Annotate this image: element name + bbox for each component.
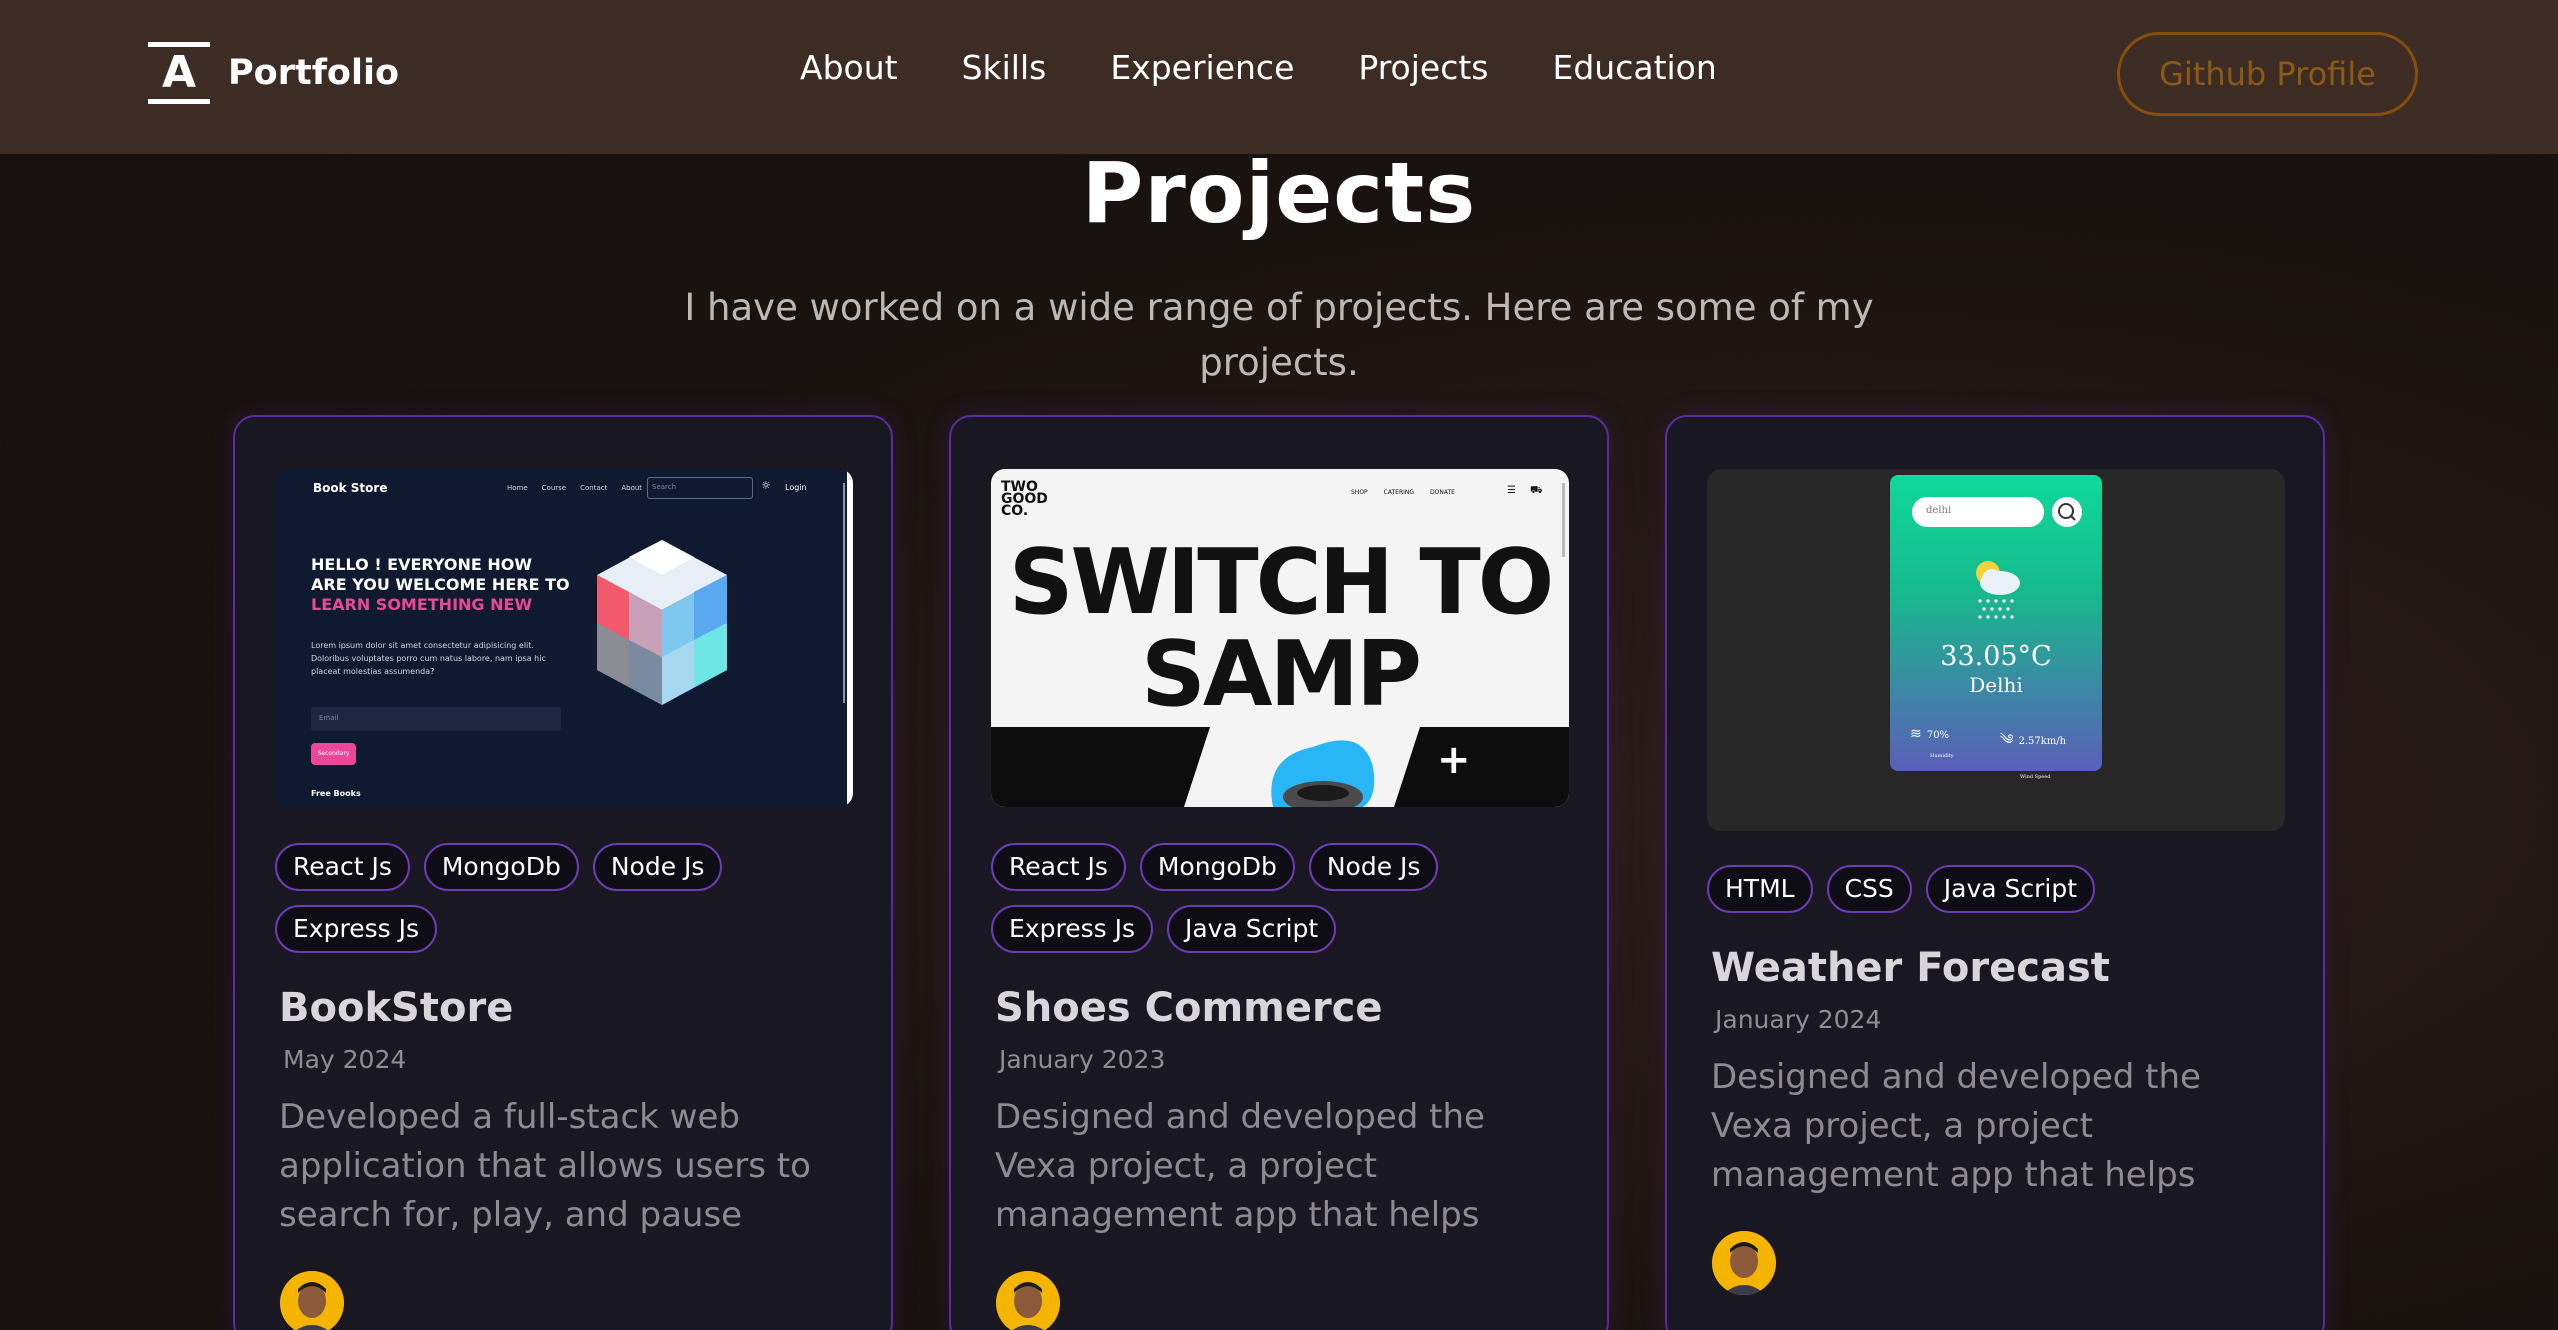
thumb-email: Email (311, 707, 561, 731)
thumb-nav: Home Course Contact About (507, 484, 643, 492)
project-title: BookStore (279, 985, 514, 1031)
wind-icon: ༄ (2000, 732, 2014, 748)
thumb-login: Login (785, 483, 807, 492)
logo-icon: A (148, 42, 210, 104)
nav-link-about[interactable]: About (800, 48, 898, 87)
thumb-headline: SWITCH TO SAMP (1008, 530, 1555, 727)
nav-link-experience[interactable]: Experience (1110, 48, 1294, 87)
thumb-search: Search (647, 477, 753, 499)
tag: Java Script (1166, 905, 1337, 953)
tag-list: React Js MongoDb Node Js Express Js Java… (991, 843, 1581, 967)
thumb-search: delhi (1912, 497, 2044, 527)
project-description: Designed and developed the Vexa project,… (995, 1097, 1485, 1235)
thumb-heading: HELLO ! EVERYONE HOW ARE YOU WELCOME HER… (311, 555, 570, 614)
tag: React Js (275, 843, 410, 891)
project-thumbnail: TWO GOOD CO. SHOP CATERING DONATE ☰ ⛟ SWI… (991, 469, 1569, 807)
thumb-footer: Free Books (311, 789, 361, 798)
avatar (996, 1271, 1060, 1330)
tag: Node Js (592, 843, 723, 891)
project-title: Shoes Commerce (995, 985, 1383, 1031)
thumb-logo: TWO GOOD CO. (1001, 479, 1048, 519)
brand-logo[interactable]: A Portfolio (148, 42, 399, 104)
project-thumbnail: delhi 33.05°C Delhi ≋ 70% Humidity ༄ 2.5… (1707, 469, 2285, 831)
project-card-bookstore[interactable]: Book Store Home Course Contact About Sea… (233, 415, 893, 1330)
nav-links: About Skills Experience Projects Educati… (800, 48, 1781, 87)
rain-cloud-icon (1976, 561, 2020, 619)
tag-list: HTML CSS Java Script (1707, 865, 2297, 927)
cart-icon: ⛟ (1529, 485, 1543, 496)
nav-link-skills[interactable]: Skills (962, 48, 1047, 87)
thumb-nav: SHOP CATERING DONATE (1351, 489, 1455, 496)
tag: HTML (1707, 865, 1813, 913)
project-date: January 2024 (1715, 1005, 1882, 1034)
nav-link-education[interactable]: Education (1552, 48, 1716, 87)
top-navbar: A Portfolio About Skills Experience Proj… (0, 0, 2558, 154)
temperature: 33.05°C (1940, 641, 2052, 672)
wind-stat: ༄ 2.57km/h Wind Speed (2000, 732, 2067, 780)
tag: MongoDb (423, 843, 579, 891)
project-thumbnail: Book Store Home Course Contact About Sea… (275, 469, 853, 807)
project-date: May 2024 (283, 1045, 407, 1074)
menu-icon: ☰ (1507, 485, 1516, 496)
project-description: Developed a full-stack web application t… (279, 1097, 811, 1235)
tag: Node Js (1308, 843, 1439, 891)
search-icon (2052, 497, 2082, 527)
humidity-icon: ≋ (1910, 726, 1922, 742)
thumb-button: Secondary (311, 743, 356, 765)
city-name: Delhi (1969, 673, 2023, 697)
shoe-graphic (1271, 740, 1375, 807)
tag: CSS (1826, 865, 1912, 913)
brand-name: Portfolio (228, 53, 400, 93)
tag: React Js (991, 843, 1126, 891)
nav-link-projects[interactable]: Projects (1358, 48, 1488, 87)
humidity-stat: ≋ 70% Humidity (1910, 726, 1954, 759)
thumb-icons: ☰ ⛟ (1507, 485, 1543, 498)
tag-list: React Js MongoDb Node Js Express Js (275, 843, 865, 967)
thumb-body: Lorem ipsum dolor sit amet consectetur a… (311, 641, 546, 676)
gear-icon: ☼ (761, 479, 771, 492)
avatar (1712, 1231, 1776, 1295)
thumb-brand: Book Store (313, 481, 388, 495)
avatar (280, 1271, 344, 1330)
project-date: January 2023 (999, 1045, 1166, 1074)
tag: Express Js (275, 905, 437, 953)
tag: Java Script (1925, 865, 2096, 913)
project-card-weather-forecast[interactable]: delhi 33.05°C Delhi ≋ 70% Humidity ༄ 2.5… (1665, 415, 2325, 1330)
section-description: I have worked on a wide range of project… (684, 286, 1874, 384)
cube-graphic (597, 540, 727, 705)
tag: Express Js (991, 905, 1153, 953)
project-card-shoes-commerce[interactable]: TWO GOOD CO. SHOP CATERING DONATE ☰ ⛟ SWI… (949, 415, 1609, 1330)
weather-widget: delhi 33.05°C Delhi ≋ 70% Humidity ༄ 2.5… (1890, 475, 2102, 780)
plus-icon: + (1437, 737, 1471, 783)
github-profile-button[interactable]: Github Profile (2117, 32, 2418, 116)
project-description: Designed and developed the Vexa project,… (1711, 1057, 2201, 1195)
section-title: Projects (1081, 144, 1477, 242)
tag: MongoDb (1139, 843, 1295, 891)
project-title: Weather Forecast (1711, 945, 2110, 991)
